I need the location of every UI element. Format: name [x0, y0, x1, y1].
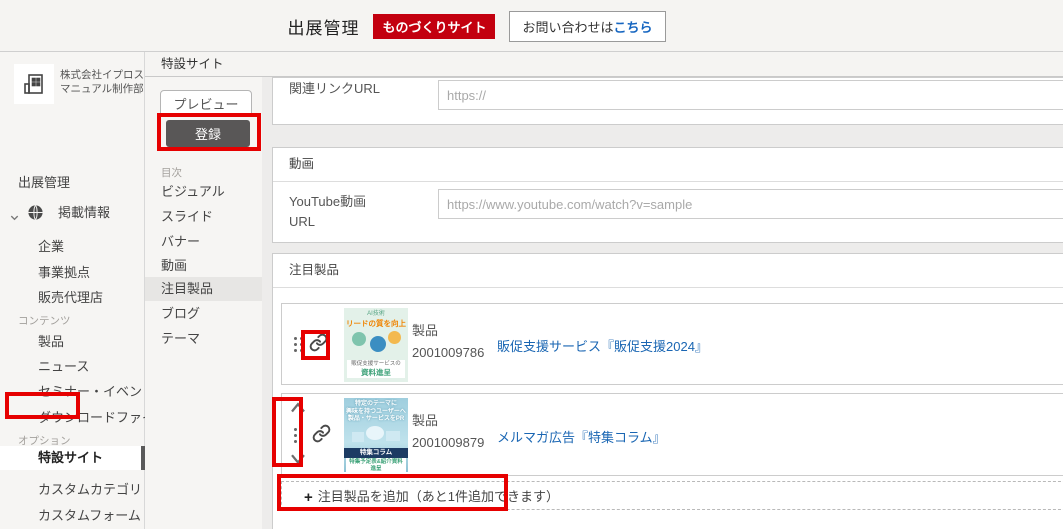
move-up-button[interactable] — [288, 401, 308, 417]
subnav-item-theme[interactable]: テーマ — [145, 327, 273, 351]
related-link-input[interactable] — [438, 80, 1063, 110]
company-block[interactable]: 株式会社イプロス マニュアル制作部 — [0, 62, 145, 106]
subnav-item-banner[interactable]: バナー — [145, 230, 273, 254]
product-meta: 製品 2001009786 — [412, 320, 484, 364]
sidebar-item-listing-info[interactable]: 掲載情報 — [0, 201, 145, 225]
sidebar-item-company[interactable]: 企業 — [0, 235, 145, 259]
contact-button-link: こちら — [613, 19, 653, 35]
thumbnail-illustration — [344, 328, 408, 360]
content-titlebar: 特設サイト — [145, 52, 1063, 77]
sidebar-item-download-file[interactable]: ダウンロードファイル — [0, 406, 168, 430]
move-down-button[interactable] — [288, 452, 308, 468]
subnav-item-visual[interactable]: ビジュアル — [145, 180, 273, 204]
sidebar-item-business-location[interactable]: 事業拠点 — [0, 261, 145, 285]
product-thumbnail: AI技術 リードの質を向上 販促支援サービスの 資料進呈 — [344, 308, 408, 382]
sidebar-item-special-site[interactable]: 特設サイト — [0, 446, 145, 470]
page-title: 出展管理 — [287, 18, 360, 38]
primary-sidebar: 株式会社イプロス マニュアル制作部 出展管理 掲載情報 企業 事業拠点 販売代理… — [0, 52, 168, 529]
product-link[interactable]: 販促支援サービス『販促支援2024』 — [497, 336, 708, 355]
header-center-group: 出展管理 ものづくりサイト お問い合わせはこちら — [0, 0, 953, 52]
plus-icon: + — [304, 488, 313, 506]
preview-button[interactable]: プレビュー — [160, 90, 252, 117]
drag-handle-icon[interactable] — [294, 428, 297, 431]
product-link[interactable]: メルマガ広告『特集コラム』 — [497, 427, 666, 446]
content-title: 特設サイト — [161, 57, 224, 71]
sidebar-item-news[interactable]: ニュース — [0, 355, 145, 379]
link-icon[interactable] — [309, 333, 328, 357]
register-button[interactable]: 登録 — [166, 120, 250, 147]
featured-product-row-1: AI技術 リードの質を向上 販促支援サービスの 資料進呈 製品 20010097… — [281, 303, 1063, 385]
link-icon[interactable] — [312, 424, 331, 448]
company-name: 株式会社イプロス マニュアル制作部 — [60, 69, 144, 95]
globe-icon — [27, 204, 44, 229]
product-meta: 製品 2001009879 — [412, 410, 484, 454]
sidebar-item-seminar-event[interactable]: セミナー・イベント — [0, 380, 155, 404]
related-link-label: 関連リンクURL — [289, 81, 381, 96]
video-card: 動画 YouTube動画 URL — [272, 147, 1063, 243]
toc-section-label: 目次 — [161, 167, 182, 179]
sidebar-section-contents: コンテンツ — [18, 315, 71, 327]
sidebar-item-custom-form[interactable]: カスタムフォーム — [0, 504, 145, 528]
subnav-item-slide[interactable]: スライド — [145, 205, 273, 229]
product-id: 2001009786 — [412, 345, 485, 360]
subnav-item-featured-products[interactable]: 注目製品 — [145, 277, 273, 301]
chevron-down-icon — [9, 207, 20, 231]
main-content: 関連リンクURL 動画 YouTube動画URL 注目製品 — [262, 77, 1063, 529]
related-link-card: 関連リンクURL — [272, 77, 1063, 125]
featured-product-row-2: 特定のテーマに 興味を持つユーザーへ 製品・サービスをPR 特集コラム 特集予定… — [281, 393, 1063, 476]
sidebar-item-sales-agency[interactable]: 販売代理店 — [0, 286, 145, 310]
product-id: 2001009879 — [412, 435, 485, 450]
building-icon — [14, 64, 54, 104]
page: 出展管理 ものづくりサイト お問い合わせはこちら 株式会社イプロス マニュアル制… — [0, 0, 1063, 529]
sidebar-item-products[interactable]: 製品 — [0, 330, 145, 354]
secondary-sidebar: プレビュー 登録 目次 ビジュアル スライド バナー 動画 注目製品 ブログ テ… — [145, 77, 273, 529]
sidebar-item-custom-category[interactable]: カスタムカテゴリ — [0, 478, 145, 502]
product-type-label: 製品 — [412, 413, 439, 428]
subnav-item-blog[interactable]: ブログ — [145, 302, 273, 326]
product-thumbnail: 特定のテーマに 興味を持つユーザーへ 製品・サービスをPR 特集コラム 特集予定… — [344, 398, 408, 472]
sidebar-item-exhibit-management[interactable]: 出展管理 — [0, 171, 145, 195]
product-type-label: 製品 — [412, 323, 439, 338]
subnav-item-video[interactable]: 動画 — [145, 254, 273, 278]
featured-products-card: 注目製品 AI技術 リードの質を向上 販促支援サービスの 資料進呈 製品 200… — [272, 253, 1063, 529]
add-featured-product-button[interactable]: + 注目製品を追加（あと1件追加できます） — [281, 481, 1063, 510]
youtube-url-input[interactable] — [438, 189, 1063, 219]
contact-button[interactable]: お問い合わせはこちら — [509, 10, 666, 42]
top-header: 出展管理 ものづくりサイト お問い合わせはこちら — [0, 0, 1063, 52]
contact-button-text: お問い合わせは — [522, 19, 614, 35]
drag-handle-icon[interactable] — [294, 337, 297, 340]
site-badge: ものづくりサイト — [373, 13, 496, 39]
featured-products-title: 注目製品 — [273, 254, 1063, 288]
youtube-url-label: YouTube動画 URL — [289, 194, 367, 229]
thumbnail-illustration — [344, 424, 408, 448]
video-card-title: 動画 — [273, 148, 1063, 182]
